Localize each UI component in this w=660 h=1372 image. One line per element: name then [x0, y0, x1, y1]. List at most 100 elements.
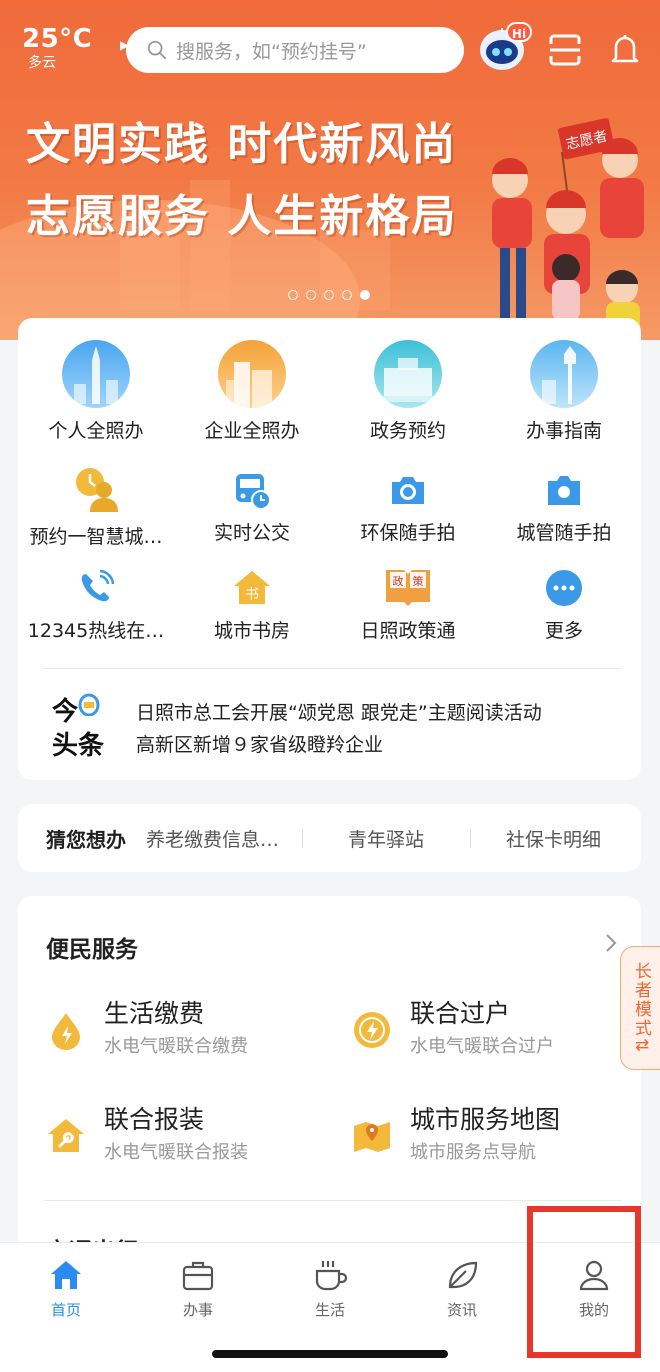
chevron-right-icon[interactable]: [604, 932, 618, 954]
divider: [470, 830, 471, 848]
service-city-bookhouse[interactable]: 书 城市书房: [174, 568, 330, 643]
more-icon: [544, 568, 584, 608]
convenience-item-name: 联合报装: [104, 1105, 205, 1134]
carousel-dot: [342, 290, 352, 300]
headline-item[interactable]: 高新区新增９家省级瞪羚企业: [136, 730, 383, 757]
search-icon: [147, 40, 167, 60]
guess-option[interactable]: 青年驿站: [348, 825, 424, 852]
headlines-logo: 今 头条: [52, 692, 114, 763]
map-icon: [354, 1122, 390, 1152]
gov-appointment-icon: [374, 340, 442, 408]
banner-slogan-line2: 志愿服务 人生新格局: [26, 191, 458, 242]
camera-icon: [388, 470, 428, 510]
search-input[interactable]: 搜服务，如“预约挂号”: [126, 27, 464, 73]
tab-label: 生活: [314, 1301, 345, 1319]
carousel-dot-active: [360, 290, 370, 300]
carousel-dot: [306, 290, 316, 300]
headlines-logo-bottom: 头条: [52, 731, 105, 761]
divider: [44, 1200, 622, 1201]
service-gov-appointment[interactable]: 政务预约: [330, 340, 486, 443]
headlines-logo-top: 今: [52, 697, 79, 727]
enterprise-service-icon: [218, 340, 286, 408]
lightning-icon: [354, 1012, 390, 1048]
convenience-item-desc: 水电气暖联合过户: [410, 1036, 554, 1057]
book-house-icon: 书: [232, 568, 272, 608]
tab-label: 首页: [50, 1301, 81, 1319]
convenience-item-name: 生活缴费: [104, 999, 205, 1028]
svg-text:书: 书: [245, 587, 259, 603]
service-label: 预约一智慧城…: [29, 526, 163, 548]
leaf-icon: [448, 1261, 478, 1289]
service-label: 12345热线在…: [27, 620, 165, 642]
policy-book-icon: 政策: [384, 564, 432, 608]
divider: [302, 830, 303, 848]
convenience-item-desc: 水电气暖联合缴费: [104, 1036, 248, 1057]
tab-label: 办事: [182, 1301, 213, 1319]
hi-badge: Hi: [506, 22, 532, 42]
briefcase-icon: [182, 1261, 214, 1291]
convenience-item-name: 联合过户: [410, 999, 511, 1028]
guess-title: 猜您想办: [46, 827, 126, 852]
divider: [44, 668, 622, 669]
service-label: 城管随手拍: [516, 522, 612, 544]
service-label: 城市书房: [213, 620, 290, 642]
carousel-dot: [324, 290, 334, 300]
service-label: 办事指南: [525, 420, 602, 442]
bus-icon: [232, 470, 272, 510]
guess-option[interactable]: 社保卡明细: [506, 825, 601, 852]
weather-widget[interactable]: 25°C 多云 ▶: [22, 24, 129, 72]
svg-text:政: 政: [393, 574, 404, 588]
personal-service-icon: [62, 340, 130, 408]
services-card: 个人全照办 企业全照办 政务预约 办事指南 预约一智慧城… 实时公交 环保随手拍…: [18, 318, 641, 780]
service-label: 政务预约: [369, 420, 446, 442]
service-smart-city-appointment[interactable]: 预约一智慧城…: [18, 466, 174, 549]
service-label: 环保随手拍: [360, 522, 456, 544]
volunteers-illustration: 志愿者: [492, 118, 644, 338]
service-hotline[interactable]: 12345热线在…: [18, 568, 174, 643]
carousel-indicator[interactable]: [288, 290, 370, 300]
weather-temperature: 25°C: [22, 24, 93, 54]
banner-slogan-line1: 文明实践 时代新风尚: [26, 119, 458, 170]
service-label: 企业全照办: [204, 420, 300, 442]
service-city-photo[interactable]: 城管随手拍: [486, 470, 642, 545]
house-wrench-icon: [48, 1119, 84, 1152]
service-guide-icon: [530, 340, 598, 408]
drop-icon: [52, 1013, 80, 1050]
service-enterprise[interactable]: 企业全照办: [174, 340, 330, 443]
search-placeholder: 搜服务，如“预约挂号”: [176, 40, 367, 63]
elder-mode-button[interactable]: 长者模式⇅: [620, 946, 660, 1070]
tab-services[interactable]: 办事: [132, 1257, 264, 1320]
tab-life[interactable]: 生活: [264, 1257, 396, 1320]
tab-news[interactable]: 资讯: [396, 1257, 528, 1320]
convenience-card: 便民服务 生活缴费 水电气暖联合缴费 联合过户 水电气暖联合过户 联合报装 水电…: [18, 896, 641, 1265]
service-guide[interactable]: 办事指南: [486, 340, 642, 443]
convenience-title: 便民服务: [46, 937, 138, 963]
service-label: 更多: [544, 620, 583, 642]
convenience-item-name: 城市服务地图: [410, 1105, 561, 1134]
smart-city-appointment-icon: [72, 466, 120, 514]
service-policy[interactable]: 政策 日照政策通: [330, 564, 486, 643]
scan-icon[interactable]: [548, 34, 582, 66]
guess-option[interactable]: 养老缴费信息…: [146, 825, 279, 852]
service-label: 实时公交: [213, 522, 290, 544]
bell-icon[interactable]: [608, 32, 642, 66]
cup-icon: [315, 1261, 348, 1291]
headlines-logo-mark-icon: [78, 693, 100, 716]
carousel-dot: [288, 290, 298, 300]
tab-label: 资讯: [446, 1301, 477, 1319]
service-label: 个人全照办: [48, 420, 144, 442]
camera-icon: [544, 470, 584, 510]
service-eco-photo[interactable]: 环保随手拍: [330, 470, 486, 545]
highlight-box: [527, 1206, 641, 1358]
banner[interactable]: 25°C 多云 ▶ 搜服务，如“预约挂号” Hi 文明实践 时代新风尚 志愿服务…: [0, 0, 660, 340]
service-bus[interactable]: 实时公交: [174, 470, 330, 545]
home-icon: [51, 1261, 81, 1289]
service-more[interactable]: 更多: [486, 568, 642, 643]
convenience-item-desc: 水电气暖联合报装: [104, 1142, 248, 1163]
weather-description: 多云: [28, 55, 56, 71]
phone-icon: [76, 568, 116, 608]
service-personal[interactable]: 个人全照办: [18, 340, 174, 443]
tab-home[interactable]: 首页: [0, 1257, 132, 1320]
headline-item[interactable]: 日照市总工会开展“颂党恩 跟党走”主题阅读活动: [136, 698, 542, 725]
service-label: 日照政策通: [360, 620, 456, 642]
